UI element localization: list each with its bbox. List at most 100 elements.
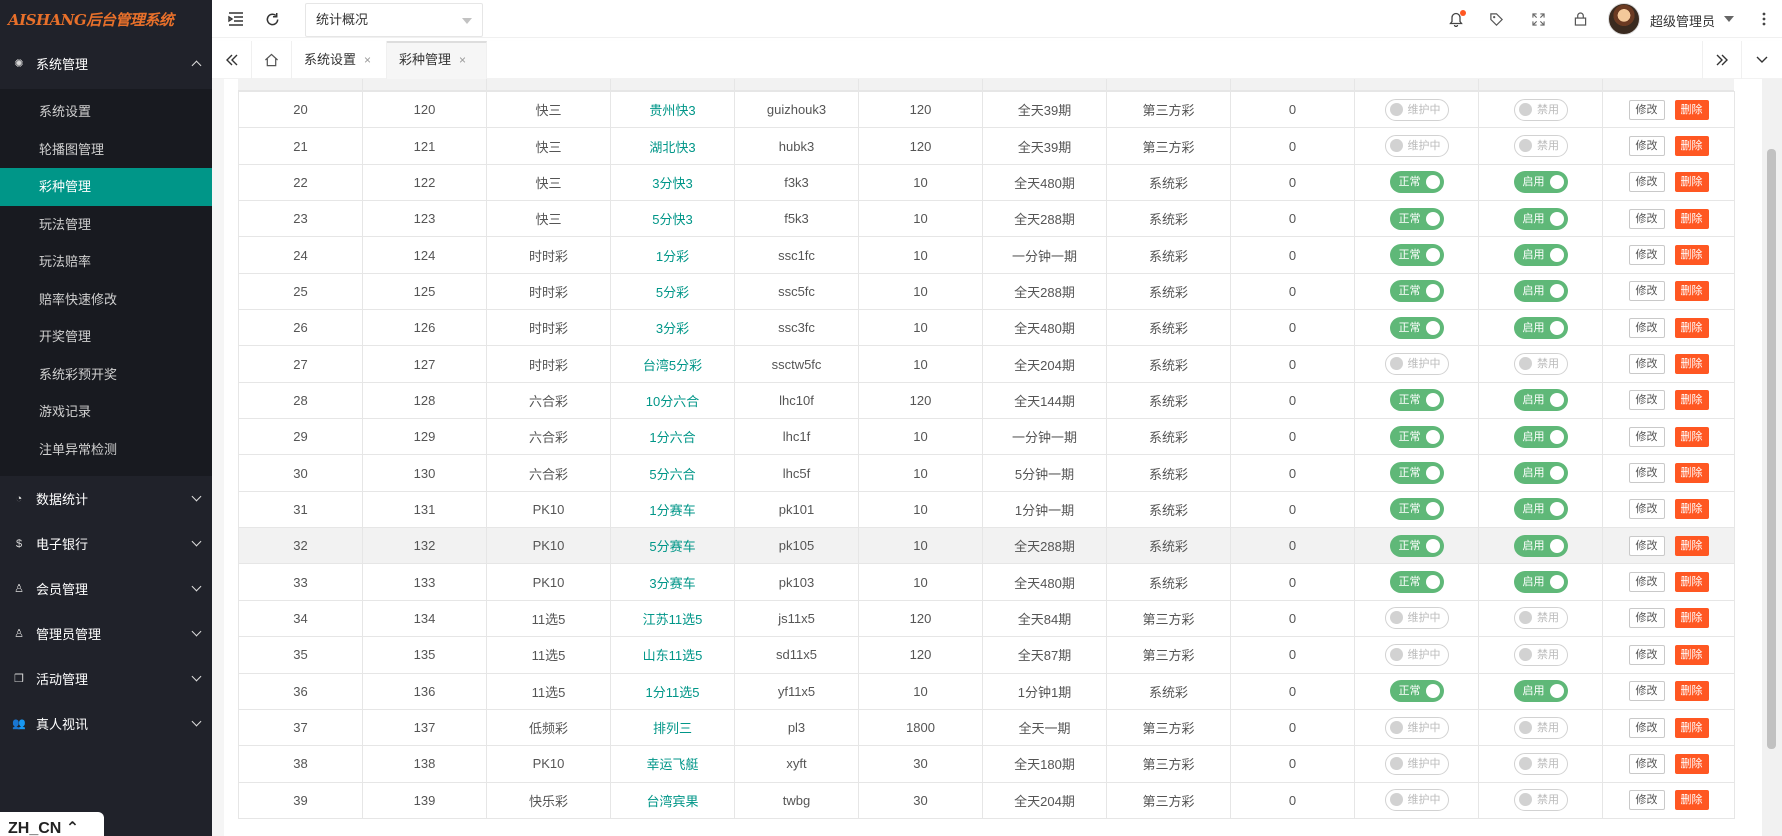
sidebar-item[interactable]: 系统设置 [0, 93, 212, 131]
delete-button[interactable]: 删除 [1674, 136, 1709, 157]
status-switch[interactable]: 正常 [1389, 280, 1444, 303]
enable-switch[interactable]: 启用 [1513, 171, 1568, 194]
sidebar-item[interactable]: 玩法管理 [0, 206, 212, 244]
enable-switch[interactable]: 启用 [1513, 462, 1568, 485]
username[interactable]: 超级管理员 [1650, 11, 1715, 30]
table-row[interactable]: 37 137 低频彩 排列三 pl3 1800 全天一期 第三方彩 0 维护中 禁用 修改 删除 [238, 708, 1735, 747]
vertical-scrollbar[interactable] [1762, 79, 1782, 836]
sidebar-group-header[interactable]: 👥 真人视讯 [0, 701, 212, 746]
delete-button[interactable]: 删除 [1674, 317, 1709, 338]
status-switch[interactable]: 维护中 [1384, 353, 1449, 376]
edit-button[interactable]: 修改 [1628, 790, 1665, 811]
table-row[interactable]: 25 125 时时彩 5分彩 ssc5fc 10 全天288期 系统彩 0 正常 启用 修改 删除 [238, 272, 1735, 311]
table-row[interactable]: 26 126 时时彩 3分彩 ssc3fc 10 全天480期 系统彩 0 正常 启用 修改 删除 [238, 309, 1735, 347]
menu-fold-button[interactable] [218, 0, 254, 38]
table-row[interactable]: 33 133 PK10 3分赛车 pk103 10 全天480期 系统彩 0 正常 启用 修改 删除 [238, 563, 1735, 601]
tab-scroll-left-button[interactable] [212, 41, 252, 79]
status-switch[interactable]: 正常 [1389, 498, 1444, 521]
enable-switch[interactable]: 禁用 [1513, 716, 1568, 739]
edit-button[interactable]: 修改 [1628, 499, 1665, 520]
table-row[interactable]: 29 129 六合彩 1分六合 lhc1f 10 一分钟一期 系统彩 0 正常 启用 修改 删除 [238, 418, 1735, 456]
sidebar-group-header[interactable]: ❒ 活动管理 [0, 656, 212, 701]
table-row[interactable]: 36 136 11选5 1分11选5 yf11x5 10 1分钟1期 系统彩 0 正常 启用 修改 删除 [238, 672, 1735, 710]
more-button[interactable] [1746, 0, 1782, 38]
enable-switch[interactable]: 启用 [1513, 534, 1568, 557]
lock-button[interactable] [1562, 0, 1598, 38]
enable-switch[interactable]: 禁用 [1513, 643, 1568, 666]
language-badge[interactable]: ZH_CN ⌃ [0, 812, 104, 836]
enable-switch[interactable]: 启用 [1513, 571, 1568, 594]
close-icon[interactable]: × [459, 43, 466, 77]
status-switch[interactable]: 正常 [1389, 316, 1444, 339]
enable-switch[interactable]: 禁用 [1513, 353, 1568, 376]
delete-button[interactable]: 删除 [1674, 99, 1709, 120]
enable-switch[interactable]: 启用 [1513, 244, 1568, 267]
sidebar-item[interactable]: 开奖管理 [0, 318, 212, 356]
status-switch[interactable]: 正常 [1389, 244, 1444, 267]
status-switch[interactable]: 维护中 [1384, 752, 1449, 775]
delete-button[interactable]: 删除 [1674, 608, 1709, 629]
status-switch[interactable]: 正常 [1389, 680, 1444, 703]
user-menu-caret-icon[interactable] [1724, 16, 1734, 22]
table-row[interactable]: 22 122 快三 3分快3 f3k3 10 全天480期 系统彩 0 正常 启用 修改 删除 [238, 163, 1735, 202]
edit-button[interactable]: 修改 [1628, 245, 1665, 266]
edit-button[interactable]: 修改 [1628, 172, 1665, 193]
edit-button[interactable]: 修改 [1628, 535, 1665, 556]
table-row[interactable]: 32 132 PK10 5分赛车 pk105 10 全天288期 系统彩 0 正常 启用 修改 删除 [238, 527, 1735, 565]
enable-switch[interactable]: 启用 [1513, 207, 1568, 230]
edit-button[interactable]: 修改 [1628, 281, 1665, 302]
notification-button[interactable] [1438, 0, 1474, 38]
sidebar-item[interactable]: 注单异常检测 [0, 431, 212, 469]
scrollbar-thumb[interactable] [1767, 149, 1776, 749]
tab-menu-button[interactable] [1742, 41, 1782, 79]
status-switch[interactable]: 维护中 [1384, 135, 1449, 158]
status-switch[interactable]: 正常 [1389, 171, 1444, 194]
table-row[interactable]: 27 127 时时彩 台湾5分彩 ssctw5fc 10 全天204期 系统彩 0 维护中 禁用 修改… [238, 345, 1735, 383]
edit-button[interactable]: 修改 [1628, 463, 1665, 484]
status-switch[interactable]: 维护中 [1384, 98, 1449, 121]
sidebar-item[interactable]: 玩法赔率 [0, 243, 212, 281]
delete-button[interactable]: 删除 [1674, 572, 1709, 593]
enable-switch[interactable]: 启用 [1513, 498, 1568, 521]
close-icon[interactable]: × [364, 41, 371, 79]
status-switch[interactable]: 维护中 [1384, 607, 1449, 630]
table-row[interactable]: 21 121 快三 湖北快3 hubk3 120 全天39期 第三方彩 0 维护中 禁用 修改 删除 [238, 127, 1735, 165]
sidebar-group-header[interactable]: $ 电子银行 [0, 521, 212, 566]
status-switch[interactable]: 维护中 [1384, 643, 1449, 666]
sidebar-item[interactable]: 系统彩预开奖 [0, 356, 212, 394]
edit-button[interactable]: 修改 [1628, 717, 1665, 738]
edit-button[interactable]: 修改 [1628, 753, 1665, 774]
delete-button[interactable]: 删除 [1674, 717, 1709, 738]
enable-switch[interactable]: 启用 [1513, 425, 1568, 448]
enable-switch[interactable]: 禁用 [1513, 135, 1568, 158]
delete-button[interactable]: 删除 [1674, 354, 1709, 375]
edit-button[interactable]: 修改 [1628, 644, 1665, 665]
refresh-button[interactable] [254, 0, 290, 38]
edit-button[interactable]: 修改 [1628, 208, 1665, 229]
edit-button[interactable]: 修改 [1628, 317, 1665, 338]
table-row[interactable]: 35 135 11选5 山东11选5 sd11x5 120 全天87期 第三方彩 0 维护中 禁用 修… [238, 636, 1735, 674]
edit-button[interactable]: 修改 [1628, 426, 1665, 447]
tab-home[interactable] [252, 41, 292, 79]
logo[interactable]: AISHANG后台管理系统 [0, 0, 212, 38]
delete-button[interactable]: 删除 [1674, 172, 1709, 193]
edit-button[interactable]: 修改 [1628, 390, 1665, 411]
table-row[interactable]: 23 123 快三 5分快3 f5k3 10 全天288期 系统彩 0 正常 启用 修改 删除 [238, 200, 1735, 238]
enable-switch[interactable]: 启用 [1513, 316, 1568, 339]
enable-switch[interactable]: 禁用 [1513, 98, 1568, 121]
delete-button[interactable]: 删除 [1674, 245, 1709, 266]
status-switch[interactable]: 维护中 [1384, 716, 1449, 739]
edit-button[interactable]: 修改 [1628, 136, 1665, 157]
status-switch[interactable]: 维护中 [1384, 789, 1449, 812]
sidebar-item[interactable]: 轮播图管理 [0, 131, 212, 169]
delete-button[interactable]: 删除 [1674, 753, 1709, 774]
enable-switch[interactable]: 启用 [1513, 389, 1568, 412]
tab-scroll-right-button[interactable] [1702, 41, 1742, 79]
status-switch[interactable]: 正常 [1389, 571, 1444, 594]
delete-button[interactable]: 删除 [1674, 644, 1709, 665]
delete-button[interactable]: 删除 [1674, 390, 1709, 411]
status-switch[interactable]: 正常 [1389, 425, 1444, 448]
sidebar-item[interactable]: 游戏记录 [0, 393, 212, 431]
tab-item[interactable]: 系统设置 × [292, 41, 387, 79]
delete-button[interactable]: 删除 [1674, 463, 1709, 484]
